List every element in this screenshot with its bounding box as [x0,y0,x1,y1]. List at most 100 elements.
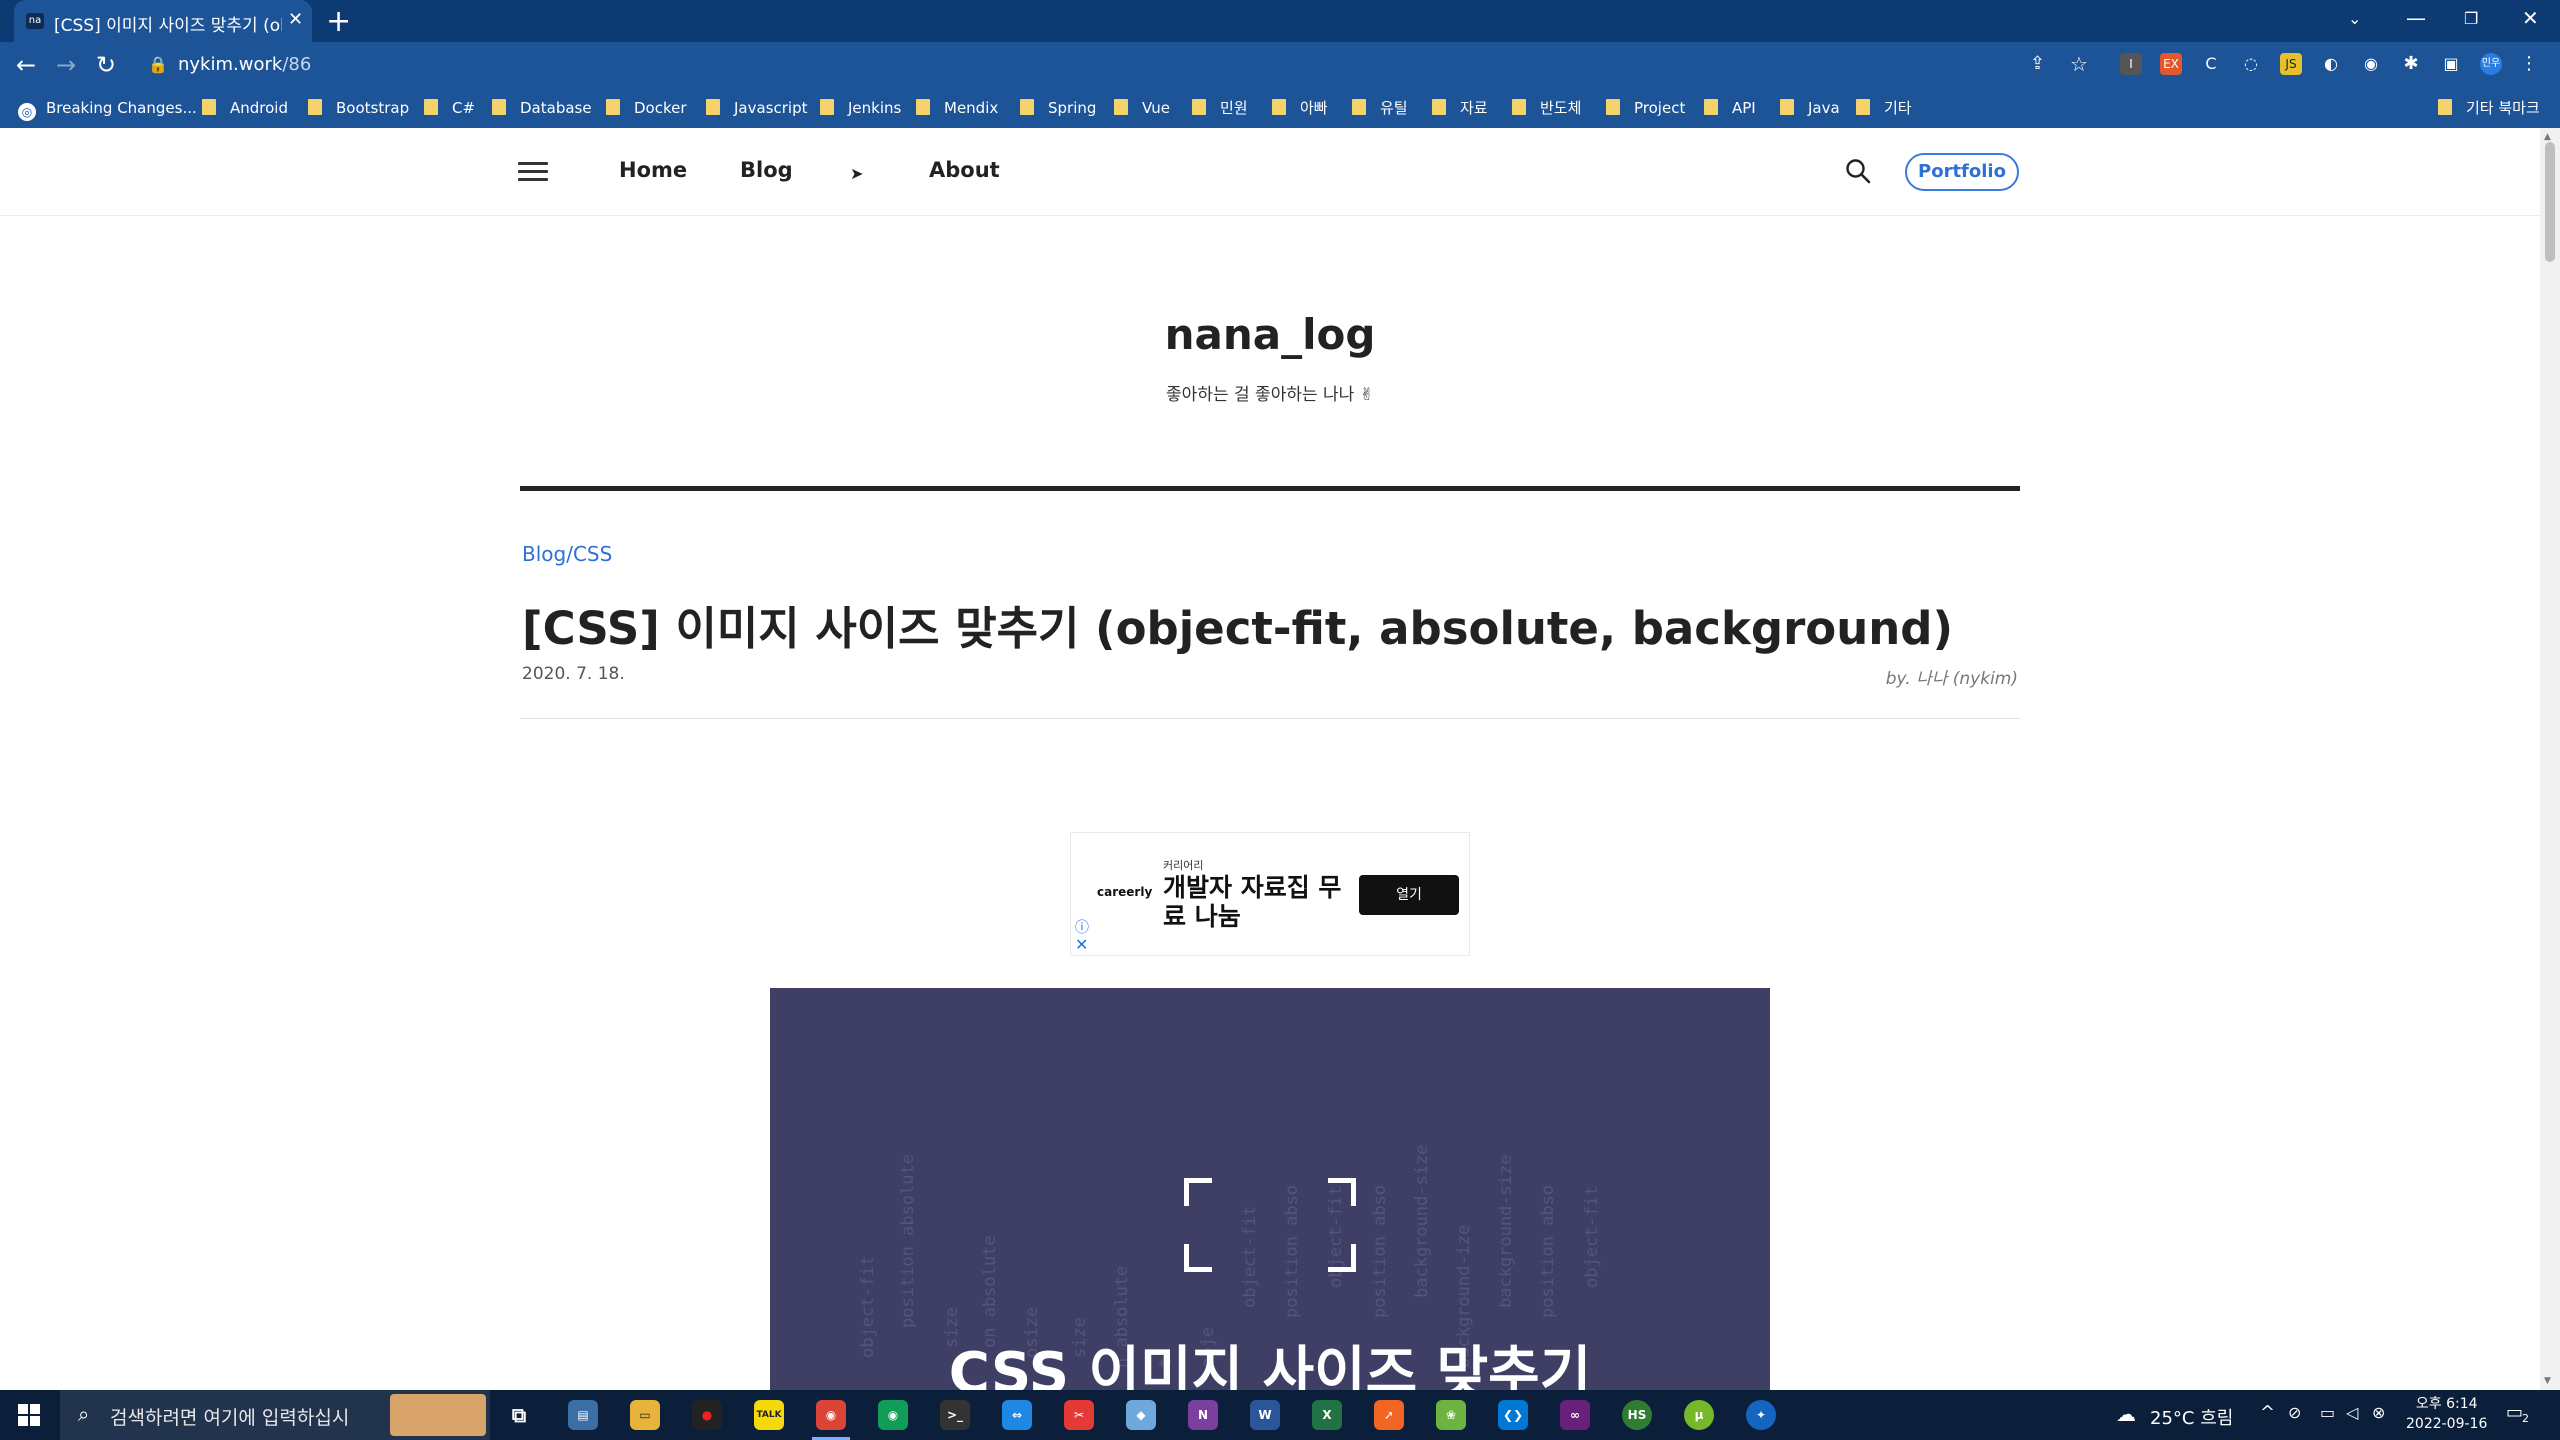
close-window-button[interactable]: ✕ [2522,6,2539,30]
excel-icon[interactable]: X [1312,1400,1342,1430]
nav-home-link[interactable]: Home [619,158,687,182]
snipping-icon[interactable]: ✂ [1064,1400,1094,1430]
bookmark-folder[interactable]: Database [492,95,592,121]
tray-x-icon[interactable]: ⊗ [2372,1403,2385,1422]
extension-2-icon[interactable]: EX [2160,53,2182,75]
extension-4-icon[interactable]: ◌ [2240,53,2262,75]
tab-search-icon[interactable]: ⌄ [2348,9,2361,28]
scroll-up-icon[interactable]: ▲ [2544,132,2551,142]
forward-icon[interactable]: → [56,51,76,79]
onenote-icon[interactable]: N [1188,1400,1218,1430]
terminal-icon[interactable]: >_ [940,1400,970,1430]
advertisement-banner[interactable]: careerly 커리어리 개발자 자료집 무료 나눔 열기 ⓘ ✕ [1070,832,1470,956]
ad-close-icon[interactable]: ✕ [1075,935,1088,954]
word-icon[interactable]: W [1250,1400,1280,1430]
side-panel-icon[interactable]: ▣ [2440,53,2462,75]
windows-start-icon[interactable] [18,1404,40,1426]
bookmark-folder[interactable]: 아빠 [1272,95,1328,121]
chrome-profile-icon[interactable]: ◉ [878,1400,908,1430]
taskbar-clock[interactable]: 오후 6:14 2022-09-16 [2406,1394,2487,1434]
minimize-button[interactable]: — [2406,6,2426,30]
bookmark-folder[interactable]: 유틸 [1352,95,1408,121]
network-icon[interactable]: ⊘ [2288,1403,2301,1422]
page-scrollbar[interactable]: ▲ ▼ [2540,128,2560,1390]
nav-blog-link[interactable]: Blog [740,158,793,182]
bookmark-folder[interactable]: 기타 [1856,95,1912,121]
bookmark-folder[interactable]: Android [202,95,288,121]
folder-icon [1192,99,1206,115]
bookmark-folder[interactable]: 자료 [1432,95,1488,121]
app-icon[interactable]: HS [1622,1400,1652,1430]
bookmark-folder[interactable]: API [1704,95,1756,121]
extensions-puzzle-icon[interactable]: ✱ [2400,53,2422,75]
display-icon[interactable]: ▭ [2320,1403,2335,1422]
bookmark-folder[interactable]: Java [1780,95,1840,121]
portfolio-button[interactable]: Portfolio [1905,153,2019,191]
other-bookmarks-folder[interactable]: 기타 북마크 [2438,95,2540,121]
extension-6-icon[interactable]: ◐ [2320,53,2342,75]
weather-text[interactable]: 25°C 흐림 [2150,1404,2233,1430]
file-explorer-icon[interactable]: ▭ [630,1400,660,1430]
bookmark-folder[interactable]: Vue [1114,95,1170,121]
record-icon[interactable]: ● [692,1400,722,1430]
new-tab-button[interactable]: + [326,4,351,39]
bookmark-folder[interactable]: Docker [606,95,687,121]
taskbar-search-box[interactable]: ⌕ 검색하려면 여기에 입력하십시 [60,1390,490,1440]
ad-open-button[interactable]: 열기 [1359,875,1459,915]
chrome-icon[interactable]: ◉ [812,1400,850,1440]
tab-close-icon[interactable]: ✕ [288,9,303,30]
hamburger-menu-icon[interactable] [518,162,548,182]
tab-title: [CSS] 이미지 사이즈 맞추기 (obj [54,16,282,36]
clock-time: 오후 6:14 [2415,1396,2478,1412]
extension-1-icon[interactable]: I [2120,53,2142,75]
clock-date: 2022-09-16 [2406,1416,2488,1432]
bookmark-folder[interactable]: Javascript [706,95,807,121]
scrollbar-thumb[interactable] [2545,142,2555,262]
menu-kebab-icon[interactable]: ⋮ [2518,53,2540,75]
kakaotalk-icon[interactable]: TALK [754,1400,784,1430]
utorrent-icon[interactable]: µ [1684,1400,1714,1430]
bookmark-folder[interactable]: Jenkins [820,95,901,121]
post-category-link[interactable]: Blog/CSS [522,542,612,566]
bookmark-folder[interactable]: 반도체 [1512,95,1581,121]
vscode-icon[interactable]: ❮❯ [1498,1400,1528,1430]
scroll-down-icon[interactable]: ▼ [2544,1376,2551,1386]
reload-icon[interactable]: ↻ [96,51,116,79]
blog-title[interactable]: nana_log [0,310,2540,359]
spring-tools-icon[interactable]: ❀ [1436,1400,1466,1430]
bookmark-folder[interactable]: C# [424,95,475,121]
app-icon[interactable]: ✦ [1746,1400,1776,1430]
tray-chevron-icon[interactable]: ^ [2260,1402,2275,1423]
bookmark-folder[interactable]: 민원 [1192,95,1248,121]
app-icon[interactable]: ▤ [568,1400,598,1430]
bookmark-folder[interactable]: Mendix [916,95,998,121]
search-icon: ⌕ [78,1402,90,1426]
share-icon[interactable]: ⇪ [2030,53,2045,74]
task-view-icon[interactable]: ⧉ [504,1400,534,1430]
lock-icon: 🔒 [148,55,168,74]
bookmark-star-icon[interactable]: ☆ [2070,52,2088,76]
visual-studio-icon[interactable]: ∞ [1560,1400,1590,1430]
search-highlight-image [390,1394,486,1436]
app-icon[interactable]: ◆ [1126,1400,1156,1430]
back-icon[interactable]: ← [16,51,36,79]
extension-3-icon[interactable]: C [2200,53,2222,75]
ad-info-icon[interactable]: ⓘ [1075,917,1089,937]
teamviewer-icon[interactable]: ⇔ [1002,1400,1032,1430]
volume-icon[interactable]: ◁ [2346,1403,2358,1422]
bookmark-item[interactable]: ◎ Breaking Changes... [18,95,197,121]
bookmark-folder[interactable]: Project [1606,95,1685,121]
bookmark-folder[interactable]: Bootstrap [308,95,409,121]
restore-button[interactable]: ❐ [2464,9,2478,28]
extension-5-icon[interactable]: JS [2280,53,2302,75]
bookmark-folder[interactable]: Spring [1020,95,1096,121]
address-bar[interactable]: 🔒 nykim.work/86 [136,47,2096,83]
postman-icon[interactable]: ➚ [1374,1400,1404,1430]
camera-icon[interactable]: ◉ [2360,53,2382,75]
profile-avatar[interactable]: 민우 [2480,53,2502,75]
hero-bg-word: background-size [1412,1144,1432,1298]
nav-about-link[interactable]: About [929,158,1000,182]
search-icon[interactable] [1845,158,1871,184]
browser-tab[interactable]: na [CSS] 이미지 사이즈 맞추기 (obj ✕ [14,0,312,42]
notification-icon[interactable]: ▭ [2506,1402,2523,1423]
